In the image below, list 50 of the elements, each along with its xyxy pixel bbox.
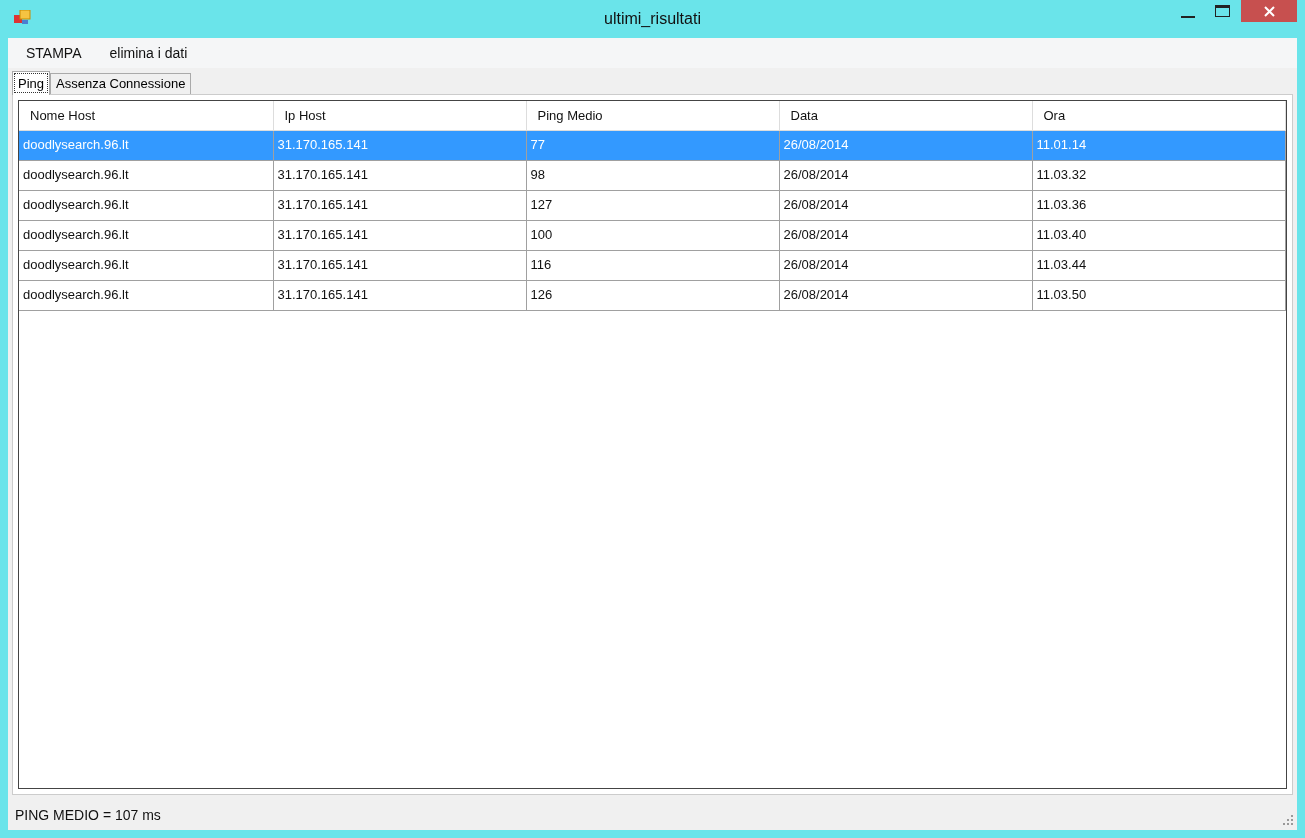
table-cell: doodlysearch.96.lt: [23, 137, 129, 153]
table-cell: doodlysearch.96.lt: [23, 227, 129, 243]
menu-item[interactable]: elimina i dati: [97, 41, 200, 65]
table-cell: 116: [530, 257, 552, 273]
table-cell: 98: [530, 167, 545, 183]
table-cell: 26/08/2014: [783, 257, 849, 273]
column-header[interactable]: Ora: [1032, 101, 1285, 130]
table-row[interactable]: doodlysearch.96.lt 31.170.165.141 116 26/08/2014 11.03.44: [19, 250, 1285, 280]
status-text: PING MEDIO = 107 ms: [15, 805, 161, 825]
table-cell: doodlysearch.96.lt: [23, 257, 129, 273]
menu-item[interactable]: STAMPA: [14, 41, 94, 65]
column-header[interactable]: Ip Host: [273, 101, 526, 130]
table-row[interactable]: doodlysearch.96.lt 31.170.165.141 127 26/08/2014 11.03.36: [19, 190, 1285, 220]
table-cell: 77: [530, 137, 545, 153]
table-cell: 11.03.32: [1036, 167, 1087, 183]
table-cell: 31.170.165.141: [277, 167, 368, 183]
table-cell: 126: [530, 287, 553, 303]
table-cell: 26/08/2014: [783, 227, 849, 243]
table-row[interactable]: doodlysearch.96.lt 31.170.165.141 98 26/08/2014 11.03.32: [19, 160, 1285, 190]
close-button[interactable]: [1241, 0, 1297, 22]
table-cell: 31.170.165.141: [277, 287, 368, 303]
table-row[interactable]: doodlysearch.96.lt 31.170.165.141 126 26/08/2014 11.03.50: [19, 280, 1285, 310]
table-cell: 31.170.165.141: [277, 197, 368, 213]
table-cell: 11.03.44: [1036, 257, 1087, 273]
table-cell: 100: [530, 227, 553, 243]
window-title: ultimi_risultati: [604, 10, 701, 27]
table-cell: 26/08/2014: [783, 197, 849, 213]
table-cell: 11.03.40: [1036, 227, 1087, 243]
table-cell: doodlysearch.96.lt: [23, 167, 129, 183]
table-cell: 31.170.165.141: [277, 137, 368, 153]
table-cell: 31.170.165.141: [277, 227, 368, 243]
column-header[interactable]: Nome Host: [19, 101, 273, 130]
table-cell: 26/08/2014: [783, 287, 849, 303]
table-cell: 11.01.14: [1036, 137, 1087, 153]
column-header[interactable]: Data: [779, 101, 1032, 130]
app-icon: [14, 10, 31, 25]
tab[interactable]: Assenza Connessione: [50, 73, 192, 94]
table-cell: 31.170.165.141: [277, 257, 368, 273]
column-header[interactable]: Ping Medio: [526, 101, 779, 130]
table-cell: doodlysearch.96.lt: [23, 287, 129, 303]
resize-grip-icon: [1283, 815, 1293, 825]
close-icon: [1263, 5, 1275, 17]
table-cell: 11.03.36: [1036, 197, 1087, 213]
tab[interactable]: Ping: [12, 71, 51, 95]
table-cell: 127: [530, 197, 553, 213]
table-cell: 26/08/2014: [783, 167, 849, 183]
table-cell: 11.03.50: [1036, 287, 1087, 303]
table-cell: 26/08/2014: [783, 137, 849, 153]
table-row[interactable]: doodlysearch.96.lt 31.170.165.141 100 26/08/2014 11.03.40: [19, 220, 1285, 250]
table-cell: doodlysearch.96.lt: [23, 197, 129, 213]
